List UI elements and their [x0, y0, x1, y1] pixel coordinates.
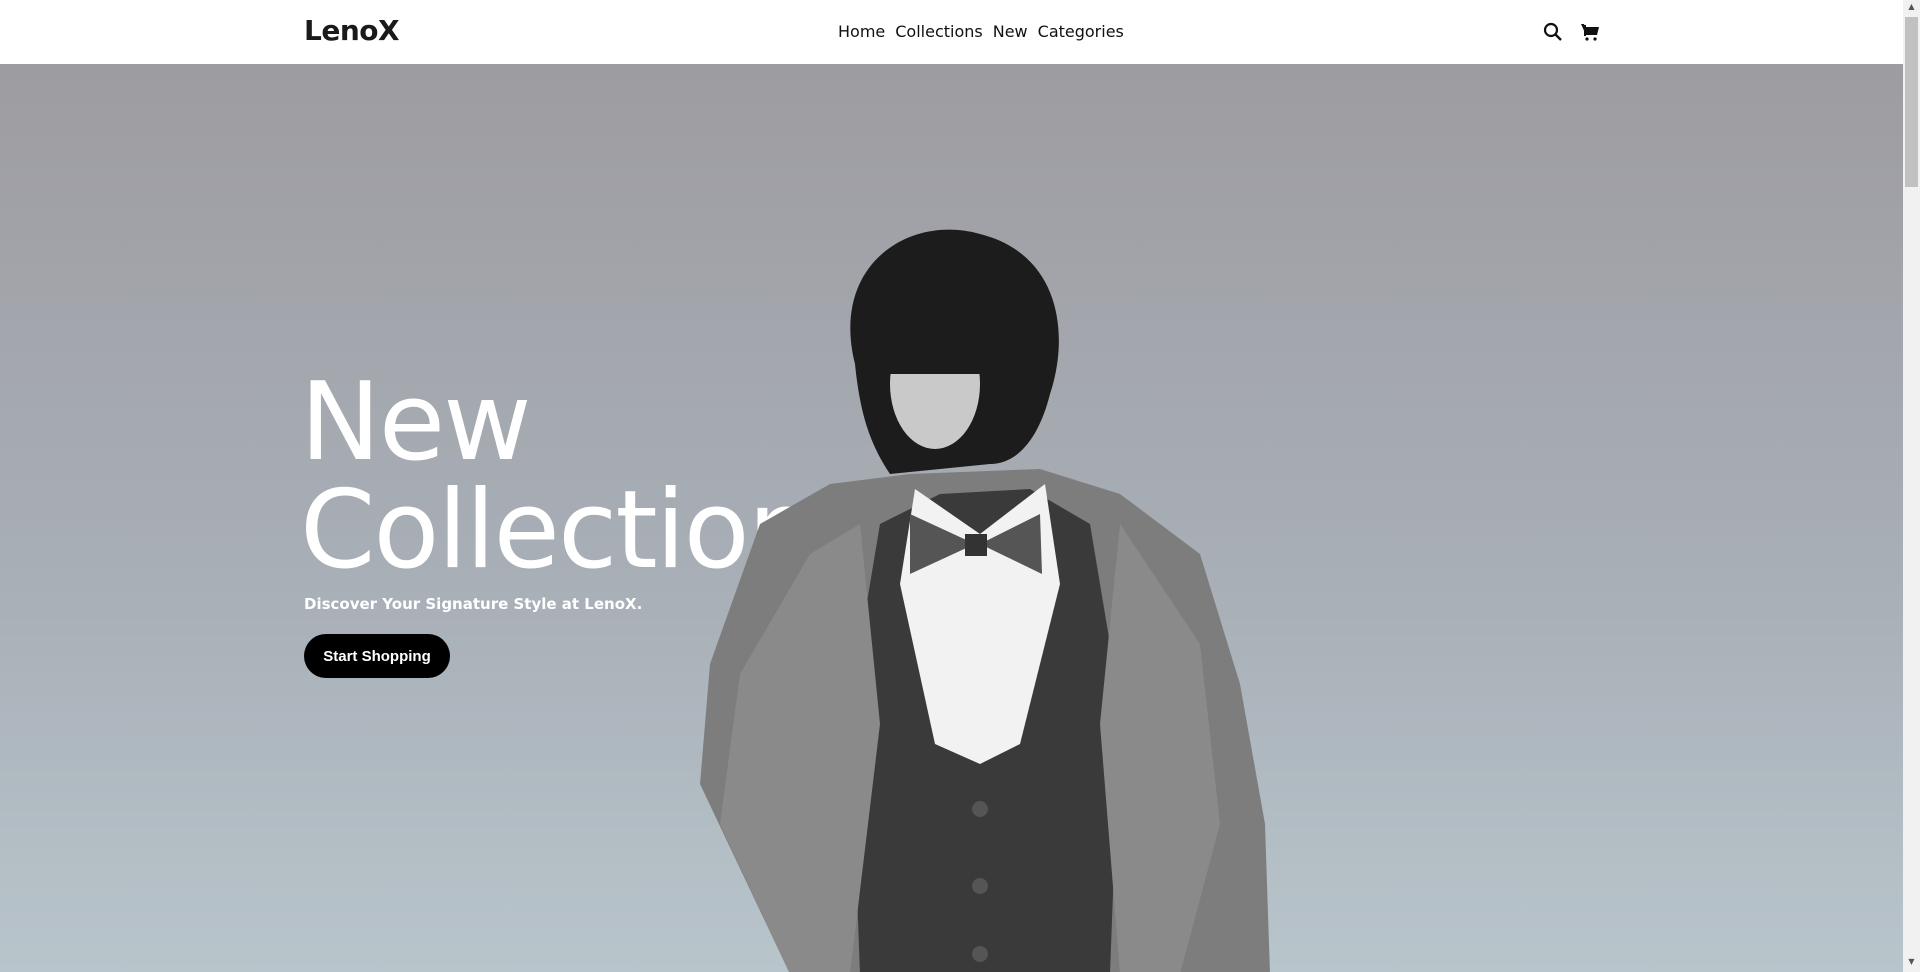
cart-icon[interactable] — [1580, 22, 1600, 42]
nav-new[interactable]: New — [993, 22, 1028, 41]
hero-section: New Collection Discover Your Signature St… — [0, 64, 1903, 972]
hero-model-image — [700, 229, 1270, 972]
search-icon[interactable] — [1543, 22, 1563, 42]
start-shopping-button[interactable]: Start Shopping — [304, 634, 450, 678]
header: LenoX Home Collections New Categories — [0, 0, 1903, 64]
scroll-down-icon[interactable]: ▼ — [1905, 957, 1918, 971]
logo[interactable]: LenoX — [304, 14, 400, 47]
main-nav: Home Collections New Categories — [838, 22, 1124, 41]
nav-categories[interactable]: Categories — [1038, 22, 1124, 41]
nav-home[interactable]: Home — [838, 22, 885, 41]
nav-collections[interactable]: Collections — [895, 22, 982, 41]
scrollbar-thumb[interactable] — [1905, 17, 1918, 187]
page: LenoX Home Collections New Categories Ne… — [0, 0, 1903, 972]
hero-subtitle: Discover Your Signature Style at LenoX. — [304, 595, 643, 613]
scroll-up-icon[interactable]: ▲ — [1905, 2, 1918, 16]
